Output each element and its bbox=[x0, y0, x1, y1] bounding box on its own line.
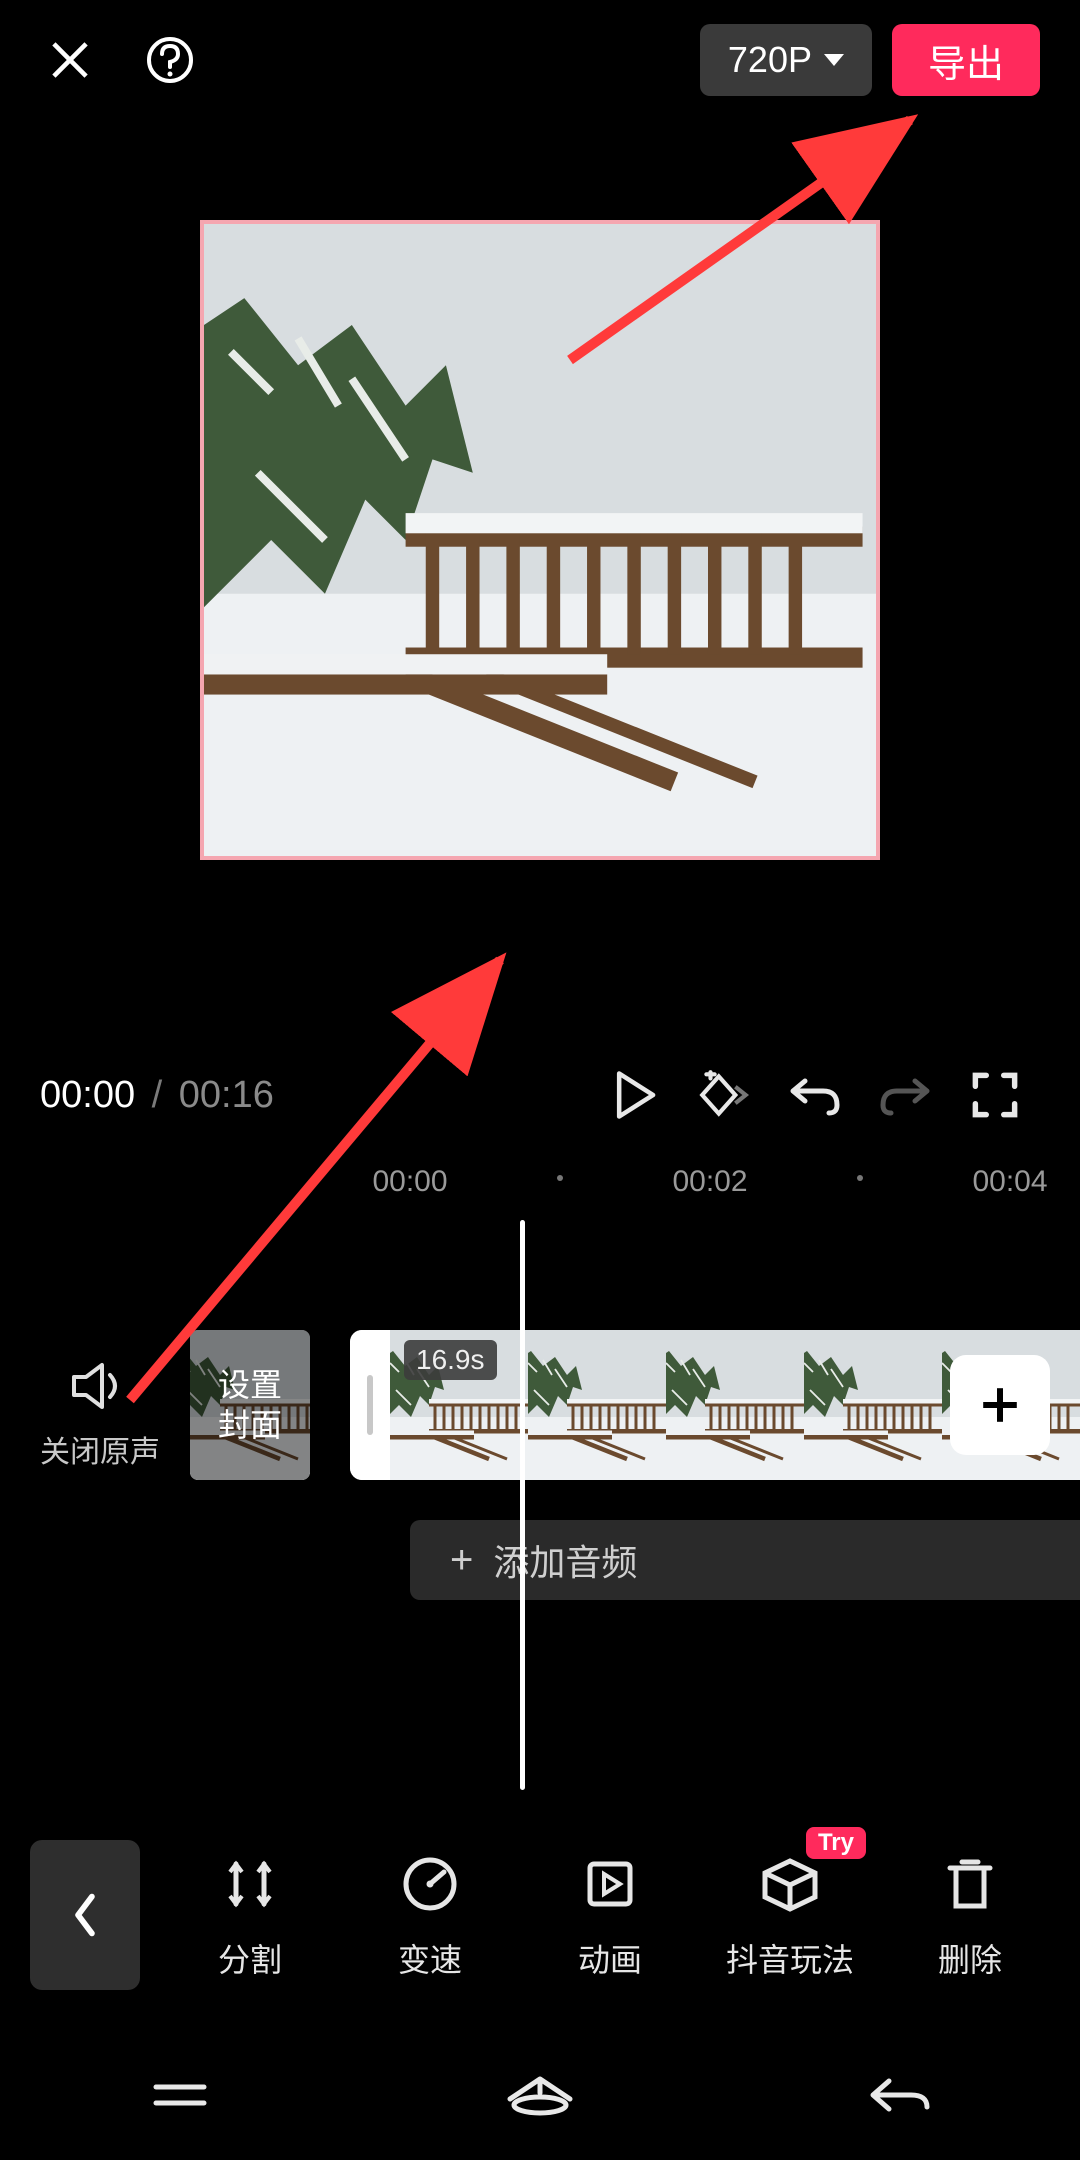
tool-animation[interactable]: 动画 bbox=[540, 1849, 680, 1981]
ruler-mark: 00:02 bbox=[672, 1165, 747, 1199]
tool-label: 变速 bbox=[398, 1935, 462, 1981]
close-icon bbox=[47, 37, 93, 83]
tool-delete[interactable]: 删除 bbox=[900, 1849, 1040, 1981]
plus-icon bbox=[976, 1381, 1024, 1429]
tool-label: 抖音玩法 bbox=[726, 1935, 854, 1981]
undo-icon bbox=[787, 1072, 843, 1118]
tool-label: 分割 bbox=[218, 1935, 282, 1981]
split-icon bbox=[220, 1854, 280, 1914]
tool-label: 删除 bbox=[938, 1935, 1002, 1981]
nav-back[interactable] bbox=[825, 2073, 975, 2117]
close-button[interactable] bbox=[40, 30, 100, 90]
mute-label: 关闭原声 bbox=[40, 1427, 160, 1471]
animation-icon bbox=[580, 1854, 640, 1914]
add-audio-button[interactable]: + 添加音频 bbox=[410, 1520, 1080, 1600]
system-nav-bar bbox=[0, 2030, 1080, 2160]
ruler-mark: 00:04 bbox=[972, 1165, 1047, 1199]
keyframe-button[interactable] bbox=[680, 1060, 770, 1130]
help-icon bbox=[145, 35, 195, 85]
export-label: 导出 bbox=[928, 33, 1004, 88]
export-button[interactable]: 导出 bbox=[892, 24, 1040, 96]
redo-button[interactable] bbox=[860, 1060, 950, 1130]
try-badge: Try bbox=[806, 1827, 866, 1859]
ruler-dot bbox=[557, 1175, 563, 1181]
fullscreen-button[interactable] bbox=[950, 1060, 1040, 1130]
nav-home[interactable] bbox=[465, 2071, 615, 2119]
chevron-left-icon bbox=[70, 1892, 100, 1938]
resolution-label: 720P bbox=[728, 39, 812, 81]
tool-label: 动画 bbox=[578, 1935, 642, 1981]
tool-douyin-effects[interactable]: Try 抖音玩法 bbox=[720, 1849, 860, 1981]
help-button[interactable] bbox=[140, 30, 200, 90]
add-audio-label: 添加音频 bbox=[493, 1534, 637, 1586]
tool-split[interactable]: 分割 bbox=[180, 1849, 320, 1981]
add-clip-button[interactable] bbox=[950, 1355, 1050, 1455]
play-icon bbox=[612, 1069, 658, 1121]
resolution-selector[interactable]: 720P bbox=[700, 24, 872, 96]
trash-icon bbox=[942, 1854, 998, 1914]
home-icon bbox=[504, 2071, 576, 2119]
speed-icon bbox=[400, 1854, 460, 1914]
redo-icon bbox=[877, 1072, 933, 1118]
chevron-down-icon bbox=[824, 54, 844, 66]
play-button[interactable] bbox=[590, 1060, 680, 1130]
back-icon bbox=[865, 2073, 935, 2117]
nav-recent[interactable] bbox=[105, 2075, 255, 2115]
plus-icon: + bbox=[450, 1538, 473, 1583]
keyframe-icon bbox=[696, 1069, 754, 1121]
ruler-dot bbox=[857, 1175, 863, 1181]
undo-button[interactable] bbox=[770, 1060, 860, 1130]
menu-icon bbox=[148, 2075, 212, 2115]
cube-icon bbox=[759, 1854, 821, 1914]
fullscreen-icon bbox=[971, 1071, 1019, 1119]
back-button[interactable] bbox=[30, 1840, 140, 1990]
annotation-arrow bbox=[550, 100, 950, 385]
tool-speed[interactable]: 变速 bbox=[360, 1849, 500, 1981]
annotation-arrow bbox=[110, 940, 530, 1425]
